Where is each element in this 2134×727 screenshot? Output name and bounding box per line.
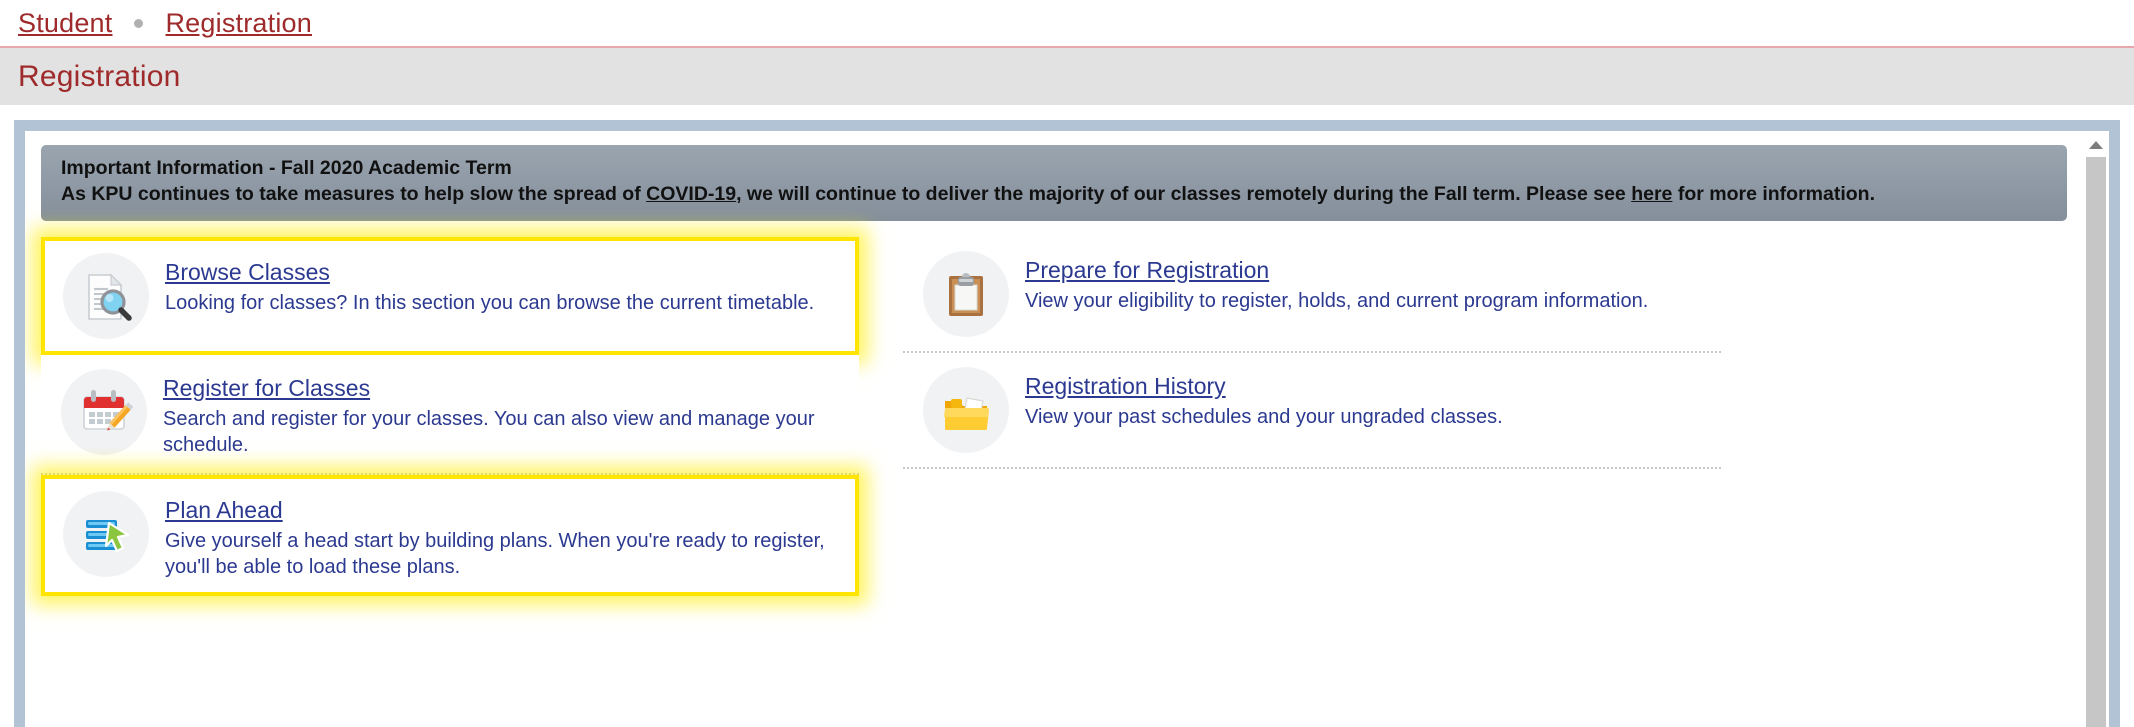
menu-card-browse-classes[interactable]: Browse Classes Looking for classes? In t… bbox=[41, 236, 859, 355]
important-information-banner: Important Information - Fall 2020 Academ… bbox=[41, 145, 2067, 221]
breadcrumb-item-registration[interactable]: Registration bbox=[165, 8, 311, 39]
browse-classes-link[interactable]: Browse Classes bbox=[165, 259, 330, 286]
register-for-classes-link[interactable]: Register for Classes bbox=[163, 375, 370, 402]
banner-text-1: As KPU continues to take measures to hel… bbox=[61, 182, 647, 205]
document-search-icon bbox=[63, 252, 149, 339]
menu-column-right: Prepare for Registration View your eligi… bbox=[903, 236, 1721, 469]
register-for-classes-description: Search and register for your classes. Yo… bbox=[163, 407, 815, 457]
banner-body: As KPU continues to take measures to hel… bbox=[61, 182, 2047, 208]
here-link[interactable]: here bbox=[1631, 183, 1672, 205]
calendar-pencil-icon bbox=[61, 368, 147, 455]
page-title: Registration bbox=[18, 59, 181, 93]
scrollbar-thumb[interactable] bbox=[2086, 157, 2106, 727]
menu-card-plan-ahead[interactable]: Plan Ahead Give yourself a head start by… bbox=[41, 474, 859, 597]
menu-card-register-for-classes[interactable]: Register for Classes Search and register… bbox=[41, 354, 859, 475]
plan-ahead-link[interactable]: Plan Ahead bbox=[165, 497, 283, 524]
registration-menu-grid: Browse Classes Looking for classes? In t… bbox=[41, 236, 2067, 597]
scroll-up-arrow-icon[interactable] bbox=[2086, 135, 2106, 155]
banner-heading: Important Information - Fall 2020 Academ… bbox=[61, 157, 512, 179]
banner-text-3: for more information. bbox=[1672, 182, 1875, 205]
menu-card-registration-history[interactable]: Registration History View your past sche… bbox=[903, 352, 1721, 469]
menu-card-text: Plan Ahead Give yourself a head start by… bbox=[165, 487, 845, 581]
page-title-bar: Registration bbox=[0, 48, 2134, 105]
clipboard-icon bbox=[923, 250, 1009, 337]
prepare-for-registration-description: View your eligibility to register, holds… bbox=[1025, 289, 1649, 312]
menu-card-text: Browse Classes Looking for classes? In t… bbox=[165, 249, 814, 316]
breadcrumb: Student Registration bbox=[0, 0, 2134, 48]
menu-column-left: Browse Classes Looking for classes? In t… bbox=[41, 236, 859, 597]
menu-card-text: Prepare for Registration View your eligi… bbox=[1025, 247, 1648, 314]
content-frame: Important Information - Fall 2020 Academ… bbox=[14, 120, 2120, 727]
menu-card-text: Registration History View your past sche… bbox=[1025, 363, 1503, 430]
breadcrumb-item-student[interactable]: Student bbox=[18, 8, 112, 39]
vertical-scrollbar[interactable] bbox=[2083, 131, 2109, 727]
folder-icon bbox=[923, 366, 1009, 453]
content-inner: Important Information - Fall 2020 Academ… bbox=[25, 131, 2083, 727]
covid-19-link[interactable]: COVID-19 bbox=[646, 183, 736, 205]
dot-separator-icon bbox=[134, 18, 144, 28]
plan-ahead-description: Give yourself a head start by building p… bbox=[165, 529, 825, 579]
registration-history-description: View your past schedules and your ungrad… bbox=[1025, 405, 1503, 428]
browse-classes-description: Looking for classes? In this section you… bbox=[165, 291, 815, 314]
plan-stack-arrow-icon bbox=[63, 490, 149, 577]
banner-text-2: , we will continue to deliver the majori… bbox=[736, 182, 1632, 205]
menu-card-text: Register for Classes Search and register… bbox=[163, 365, 847, 459]
prepare-for-registration-link[interactable]: Prepare for Registration bbox=[1025, 257, 1269, 284]
registration-history-link[interactable]: Registration History bbox=[1025, 373, 1226, 400]
menu-card-prepare-for-registration[interactable]: Prepare for Registration View your eligi… bbox=[903, 236, 1721, 353]
